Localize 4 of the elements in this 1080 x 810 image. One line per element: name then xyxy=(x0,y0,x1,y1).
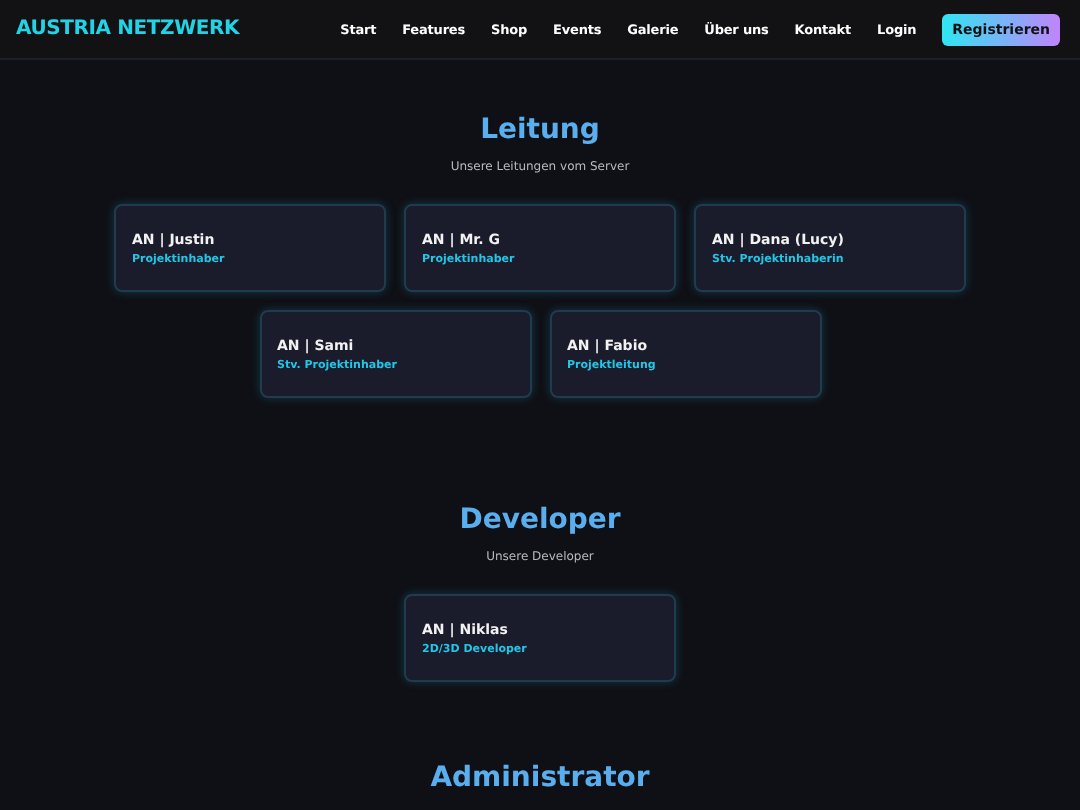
section-heading: Administrator xyxy=(430,762,650,794)
section-heading: Developer xyxy=(459,502,621,538)
site-logo[interactable]: AUSTRIA NETZWERK xyxy=(16,18,240,40)
section-heading: Leitung xyxy=(480,112,600,148)
